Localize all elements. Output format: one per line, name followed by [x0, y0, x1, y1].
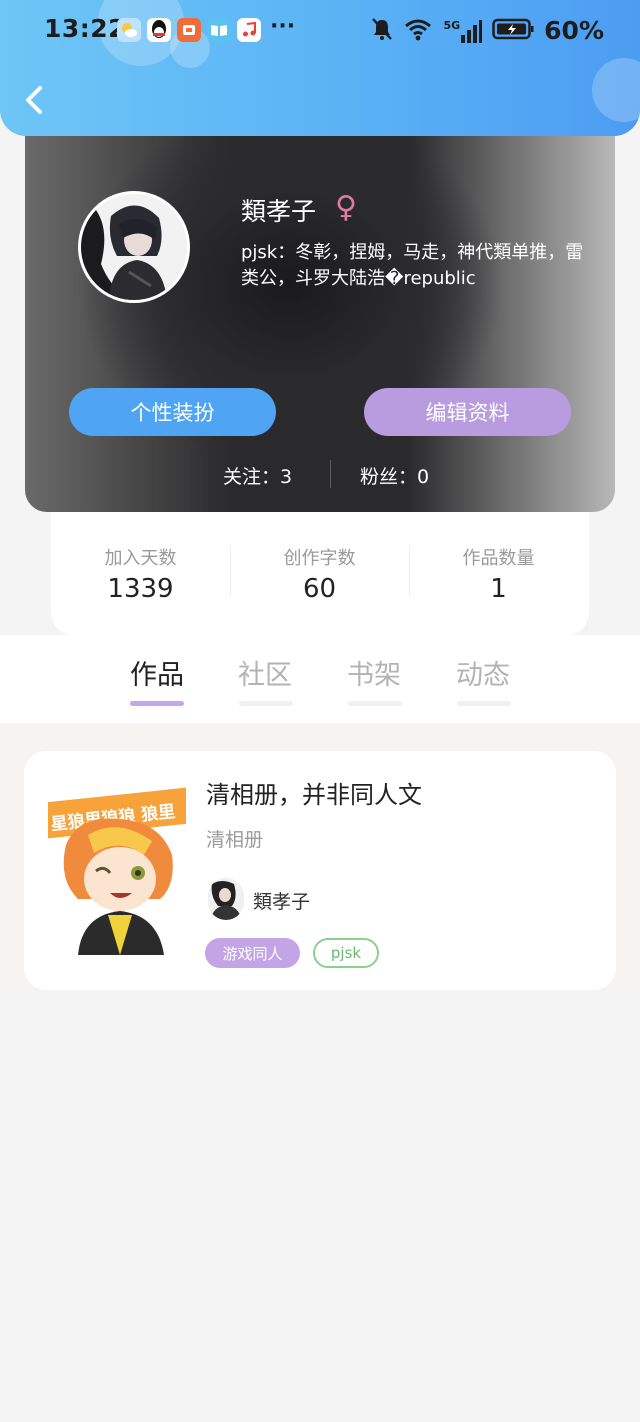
status-bar: 13:22 ··· 5G 60%: [0, 0, 640, 62]
edit-profile-button[interactable]: 编辑资料: [364, 388, 571, 436]
tab-bar: 作品 社区 书架 动态: [0, 635, 640, 723]
mute-bell-icon: [371, 17, 393, 45]
follow-row: 关注：3 粉丝：0: [25, 458, 615, 492]
stats-card: 加入天数 1339 创作字数 60 作品数量 1: [51, 500, 589, 635]
wifi-icon: [403, 17, 433, 45]
stat-join-days: 加入天数 1339: [51, 544, 230, 604]
profile-bio: pjsk：冬彰，捏姆，马走，神代類单推，雷类公，斗罗大陆浩�republic: [241, 242, 584, 289]
status-time: 13:22: [44, 14, 127, 43]
stat-word-count: 创作字数 60: [230, 544, 409, 604]
music-icon: [237, 18, 261, 42]
decor-button[interactable]: 个性装扮: [69, 388, 276, 436]
work-cover: 星狼里狼狼 狼里: [48, 775, 186, 955]
tab-bookshelf-underline: [348, 701, 402, 706]
stat-work-count: 作品数量 1: [409, 544, 588, 604]
stat-value: 60: [302, 574, 337, 604]
work-subtitle: 清相册: [206, 829, 264, 851]
stat-value: 1: [490, 574, 507, 604]
female-gender-icon: ♀: [335, 190, 357, 225]
status-app-icons: [117, 18, 261, 42]
tab-bookshelf[interactable]: 书架: [334, 653, 414, 692]
stat-label: 加入天数: [104, 548, 177, 569]
stat-value: 1339: [107, 574, 174, 604]
tab-community-underline: [239, 701, 293, 706]
avatar[interactable]: [78, 191, 190, 303]
qq-icon: [147, 18, 171, 42]
tag-pjsk[interactable]: pjsk: [313, 938, 379, 968]
fans-count[interactable]: 粉丝：0: [360, 462, 429, 489]
username: 類孝子: [241, 197, 317, 226]
tab-community[interactable]: 社区: [225, 653, 305, 692]
works-list: 星狼里狼狼 狼里 清相册，并非同人文 清相册 類孝子 游戏同人 pjsk: [0, 723, 640, 991]
status-right: 5G 60%: [371, 16, 604, 45]
tag-game-fanfic[interactable]: 游戏同人: [205, 938, 300, 968]
battery-icon: [492, 17, 534, 45]
author-avatar: [208, 878, 244, 920]
shopping-icon: [177, 18, 201, 42]
following-count[interactable]: 关注：3: [223, 462, 292, 489]
follow-divider: [330, 460, 331, 488]
tab-works-underline: [130, 701, 184, 706]
tab-activity[interactable]: 动态: [443, 653, 523, 692]
reader-icon: [207, 18, 231, 42]
chevron-left-icon: [26, 86, 42, 114]
stat-label: 作品数量: [462, 548, 535, 569]
signal-5g-icon: 5G: [443, 19, 483, 43]
tab-works[interactable]: 作品: [117, 653, 197, 692]
work-card[interactable]: 星狼里狼狼 狼里 清相册，并非同人文 清相册 類孝子 游戏同人 pjsk: [24, 751, 616, 990]
back-button[interactable]: [18, 80, 54, 120]
profile-card: 類孝子 ♀ pjsk：冬彰，捏姆，马走，神代類单推，雷类公，斗罗大陆浩�repu…: [25, 100, 615, 512]
tab-activity-underline: [457, 701, 511, 706]
battery-percentage: 60%: [544, 16, 604, 45]
work-title: 清相册，并非同人文: [206, 781, 422, 809]
status-more: ···: [270, 14, 296, 39]
weather-icon: [117, 18, 141, 42]
stat-label: 创作字数: [283, 548, 356, 569]
author-name[interactable]: 類孝子: [253, 887, 310, 914]
